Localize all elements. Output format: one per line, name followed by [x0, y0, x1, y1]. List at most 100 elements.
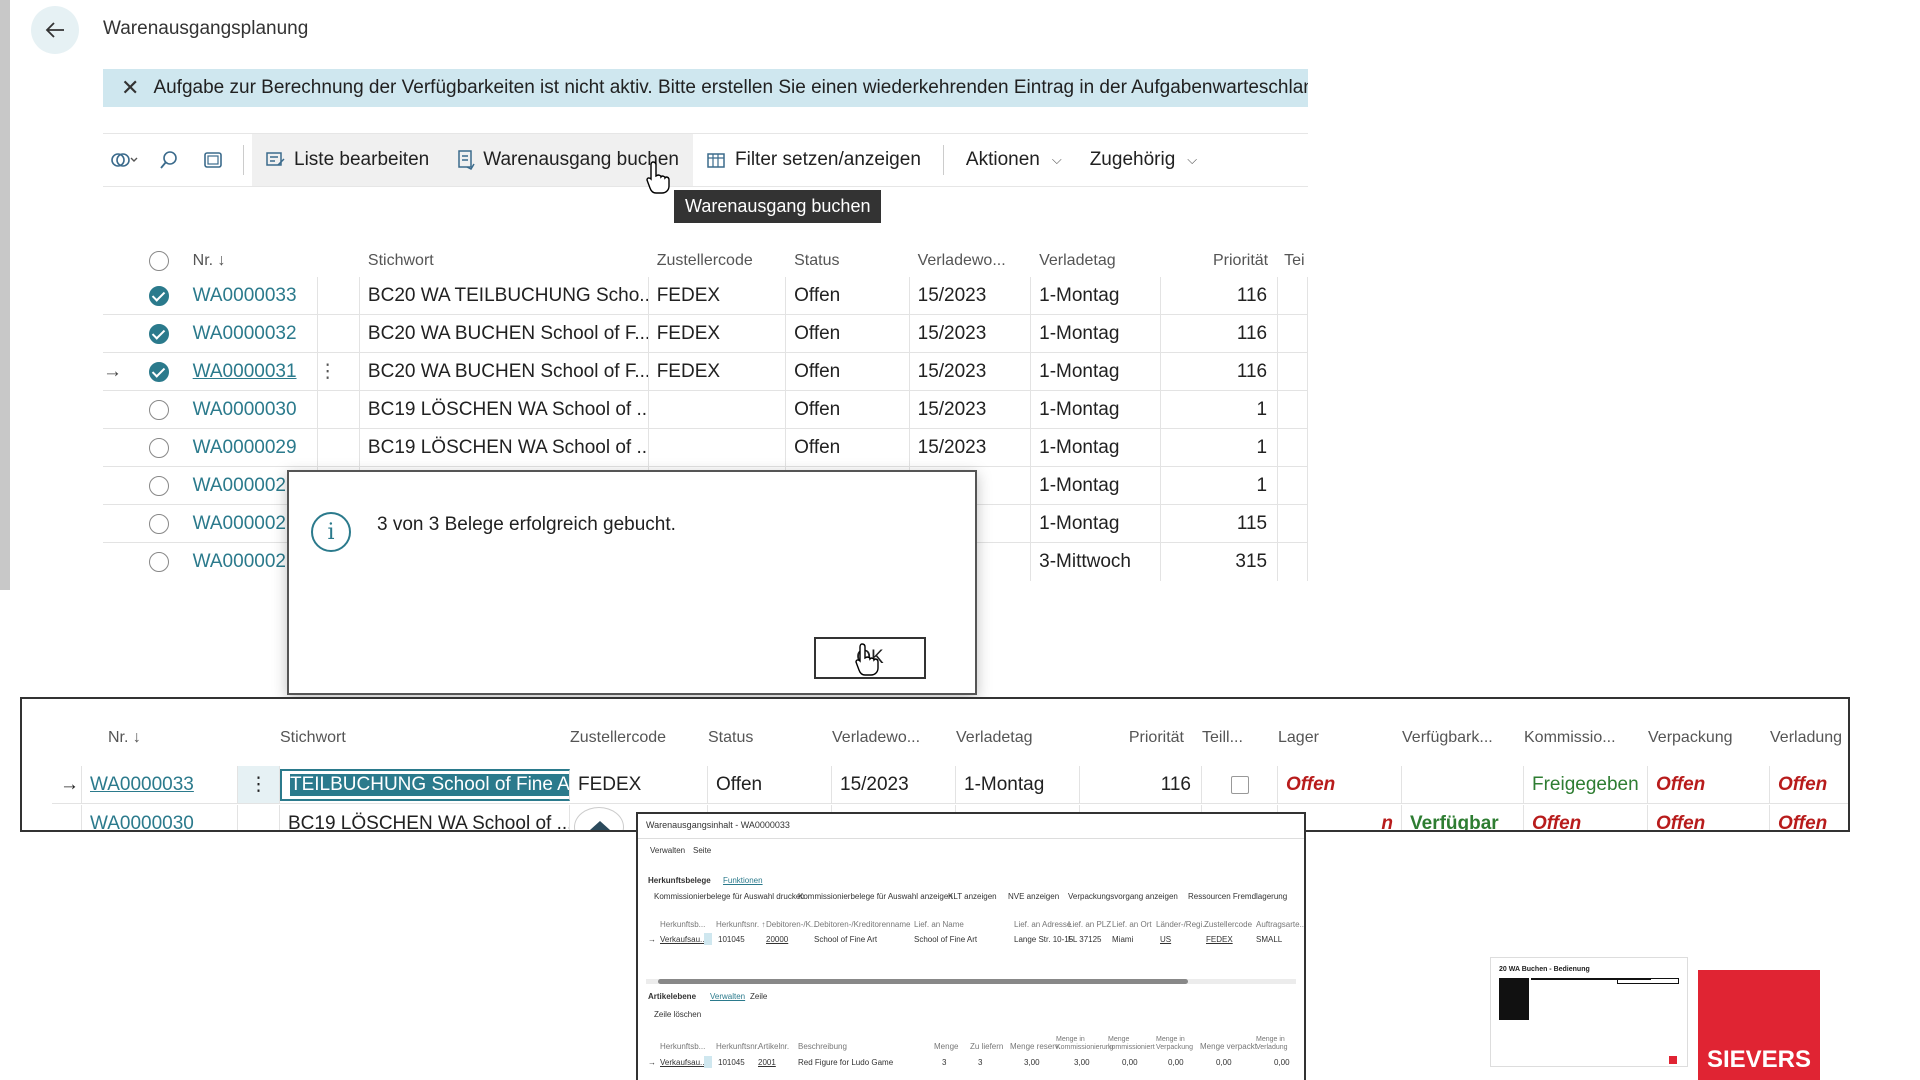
cell-nr[interactable]: WA0000030 — [82, 805, 238, 830]
cell-kommissionierung: Freigegeben — [1524, 766, 1648, 803]
back-button[interactable] — [31, 6, 79, 54]
subshot-tab-zeile[interactable]: Zeile — [750, 992, 767, 1001]
table-row[interactable]: WA0000029 BC19 LÖSCHEN WA School of ... … — [103, 429, 1309, 467]
column-header-verfuegbarkeit[interactable]: Verfügbark... — [1394, 729, 1516, 747]
column-header-verladewoche[interactable]: Verladewo... — [910, 252, 1032, 270]
row-menu-icon[interactable]: ⋮ — [238, 766, 280, 803]
cell-stichwort: BC19 LÖSCHEN WA School of ... — [280, 805, 570, 830]
sievers-logo: SIEVERS — [1698, 970, 1820, 1080]
subshot-tab-herkunftsbelege[interactable]: Herkunftsbelege — [648, 876, 711, 885]
row-checkbox[interactable] — [137, 277, 181, 314]
cell-zustellercode: FEDEX — [649, 315, 787, 352]
subshot-cell[interactable]: Verkaufsau... — [660, 935, 707, 944]
table-row[interactable]: → WA0000031 ⋮ BC20 WA BUCHEN School of F… — [103, 353, 1309, 391]
subshot-tab-artikelebene[interactable]: Artikelebene — [648, 992, 696, 1001]
copilot-icon[interactable] — [103, 138, 147, 182]
row-indicator — [103, 543, 137, 581]
column-header-teillieferung[interactable]: Teill... — [1194, 729, 1270, 747]
slide-thumbnail[interactable]: 20 WA Buchen - Bedienung — [1490, 957, 1688, 1067]
subshot-scrollbar-thumb[interactable] — [658, 979, 1188, 984]
cell-nr[interactable]: WA0000032 — [181, 315, 319, 352]
edit-list-label: Liste bearbeiten — [294, 149, 430, 170]
subshot-header: Lief. an Ort — [1112, 920, 1152, 929]
row-checkbox[interactable] — [137, 467, 181, 504]
table-row[interactable]: WA0000030 BC19 LÖSCHEN WA School of ... … — [103, 391, 1309, 429]
subshot-menu-verwalten[interactable]: Verwalten — [650, 846, 685, 855]
column-header-status[interactable]: Status — [786, 252, 909, 270]
cell-nr[interactable]: WA0000029 — [181, 429, 319, 466]
stichwort-input[interactable]: TEILBUCHUNG School of Fine Ar — [280, 769, 570, 801]
subshot-cell[interactable]: 20000 — [766, 935, 788, 944]
subshot-action-print-picks[interactable]: Kommissionierbelege für Auswahl drucken — [654, 892, 805, 901]
cell-prioritaet: 116 — [1161, 277, 1279, 314]
subshot-action-nve[interactable]: NVE anzeigen — [1008, 892, 1059, 901]
column-header-stichwort[interactable]: Stichwort — [360, 252, 649, 270]
column-header-nr[interactable]: Nr. ↓ — [92, 729, 272, 747]
subshot-tab-funktionen[interactable]: Funktionen — [723, 876, 763, 885]
subshot-action-packing[interactable]: Verpackungsvorgang anzeigen — [1068, 892, 1178, 901]
subshot-header: Beschreibung — [798, 1042, 847, 1051]
subshot-cell[interactable]: US — [1160, 935, 1171, 944]
table-row[interactable]: WA0000032 BC20 WA BUCHEN School of F... … — [103, 315, 1309, 353]
subshot-delete-line[interactable]: Zeile löschen — [654, 1010, 701, 1019]
row-checkbox[interactable] — [137, 315, 181, 352]
close-icon[interactable]: ✕ — [121, 75, 139, 101]
table-row[interactable]: → WA0000033 ⋮ TEILBUCHUNG School of Fine… — [52, 766, 1848, 804]
subshot-action-show-picks[interactable]: Kommissionierbelege für Auswahl anzeigen — [798, 892, 953, 901]
edit-list-button[interactable]: Liste bearbeiten — [252, 134, 444, 186]
column-header-verladung[interactable]: Verladung — [1762, 729, 1848, 747]
column-header-kommissionierung[interactable]: Kommissio... — [1516, 729, 1640, 747]
subshot-tab-verwalten[interactable]: Verwalten — [710, 992, 745, 1001]
row-checkbox[interactable] — [137, 505, 181, 542]
column-header-prioritaet[interactable]: Priorität — [1161, 252, 1279, 270]
cell-zustellercode — [649, 391, 787, 428]
subshot-header: Menge kommissioniert — [1108, 1036, 1155, 1051]
subshot-menu-seite[interactable]: Seite — [693, 846, 711, 855]
column-header-stichwort[interactable]: Stichwort — [272, 729, 562, 747]
related-menu[interactable]: Zugehörig ⌵ — [1076, 134, 1211, 186]
subshot-action-resources[interactable]: Ressourcen Fremdlagerung — [1188, 892, 1287, 901]
column-header-status[interactable]: Status — [700, 729, 824, 747]
row-checkbox[interactable] — [137, 543, 181, 581]
row-checkbox[interactable] — [137, 429, 181, 466]
row-checkbox[interactable] — [137, 391, 181, 428]
subshot-row-menu[interactable] — [704, 1056, 712, 1068]
subshot-cell[interactable]: FEDEX — [1206, 935, 1233, 944]
cell-stichwort: BC20 WA TEILBUCHUNG Scho... — [360, 277, 649, 314]
cell-verladung: Offen — [1770, 805, 1848, 830]
table-row[interactable]: WA0000033 BC20 WA TEILBUCHUNG Scho... FE… — [103, 277, 1309, 315]
subshot-cell[interactable]: Verkaufsau... — [660, 1058, 707, 1067]
column-header-nr[interactable]: Nr. ↓ — [181, 252, 318, 270]
subshot-action-klt[interactable]: KLT anzeigen — [948, 892, 997, 901]
subshot-cell: Lange Str. 10-15 — [1014, 935, 1074, 944]
column-header-prioritaet[interactable]: Priorität — [1072, 729, 1194, 747]
column-header-verladetag[interactable]: Verladetag — [1031, 252, 1160, 270]
search-icon[interactable] — [147, 138, 191, 182]
subshot-cell[interactable]: 2001 — [758, 1058, 776, 1067]
column-header-verpackung[interactable]: Verpackung — [1640, 729, 1762, 747]
column-header-lager[interactable]: Lager — [1270, 729, 1394, 747]
column-header-zustellercode[interactable]: Zustellercode — [562, 729, 700, 747]
subshot-header: Menge in Verladung — [1256, 1036, 1288, 1051]
actions-menu[interactable]: Aktionen ⌵ — [952, 134, 1076, 186]
select-all-checkbox[interactable] — [137, 251, 181, 271]
cell-nr[interactable]: WA0000033 — [181, 277, 319, 314]
related-label: Zugehörig — [1089, 149, 1176, 170]
column-header-zustellercode[interactable]: Zustellercode — [649, 252, 786, 270]
teillieferung-checkbox[interactable] — [1202, 766, 1278, 803]
cell-tei — [1278, 467, 1309, 504]
cell-nr[interactable]: WA0000033 — [82, 766, 238, 803]
column-header-verladetag[interactable]: Verladetag — [948, 729, 1072, 747]
filter-button[interactable]: Filter setzen/anzeigen — [693, 134, 935, 186]
column-header-tei[interactable]: Tei — [1278, 252, 1308, 270]
share-icon[interactable] — [191, 138, 235, 182]
floating-button[interactable] — [574, 807, 624, 830]
row-menu-icon[interactable]: ⋮ — [318, 353, 360, 390]
row-checkbox[interactable] — [137, 353, 181, 390]
cell-nr[interactable]: WA0000031 — [181, 353, 319, 390]
subshot-row-menu[interactable] — [704, 933, 712, 945]
subshot-cell: 0,00 — [1216, 1058, 1232, 1067]
row-indicator — [103, 391, 137, 428]
column-header-verladewoche[interactable]: Verladewo... — [824, 729, 948, 747]
cell-nr[interactable]: WA0000030 — [181, 391, 319, 428]
